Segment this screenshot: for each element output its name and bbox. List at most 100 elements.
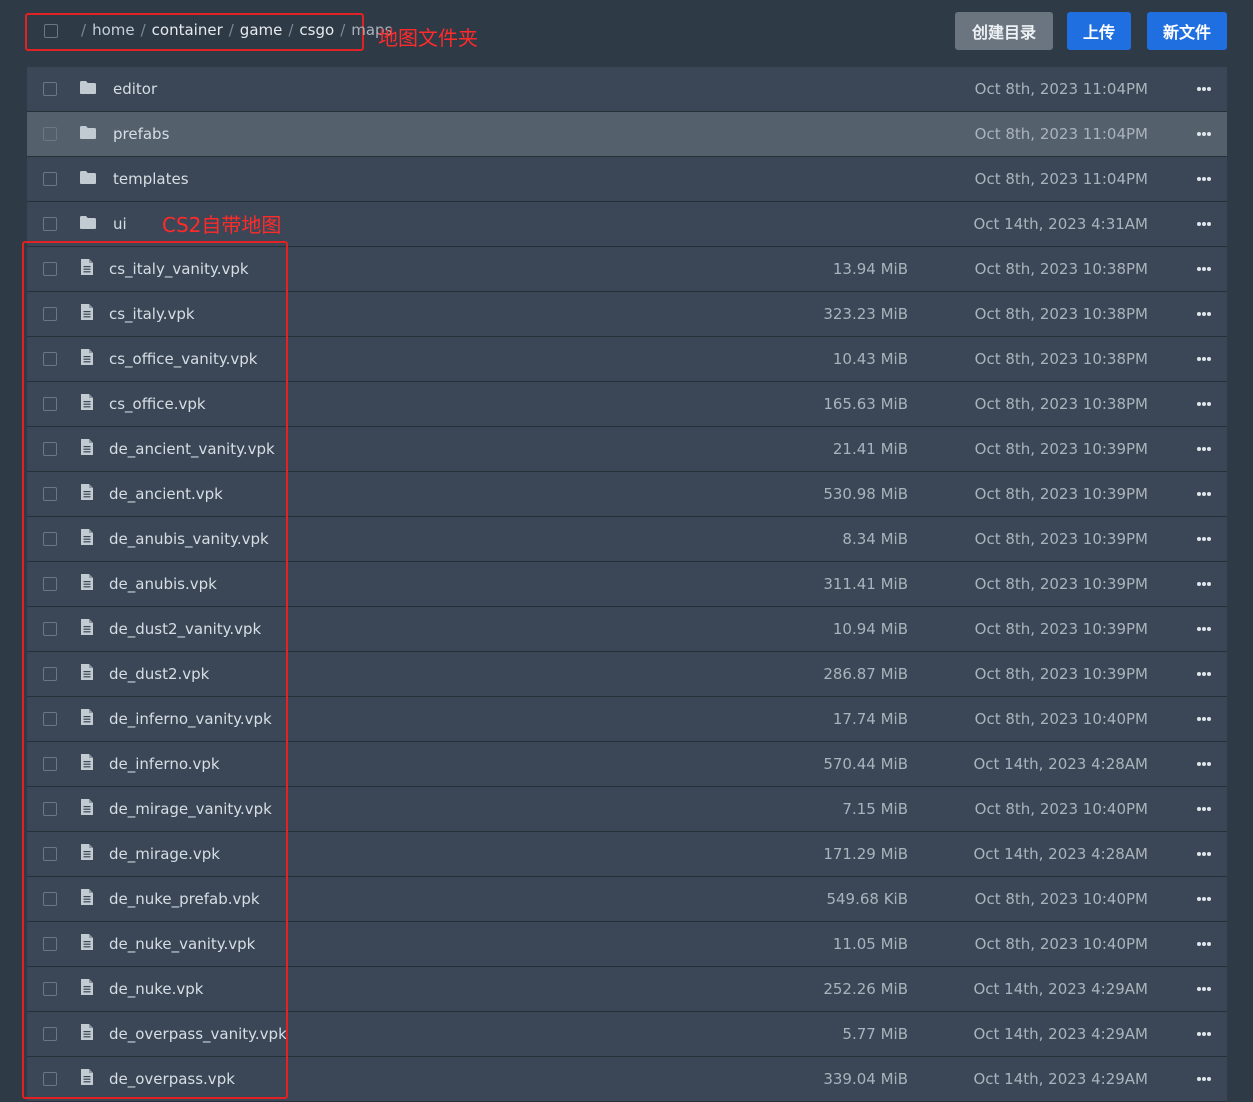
more-actions-icon[interactable] (1197, 852, 1211, 856)
row-checkbox[interactable] (43, 1072, 57, 1086)
item-name[interactable]: de_overpass.vpk (109, 1070, 235, 1088)
item-name[interactable]: ui (113, 215, 127, 233)
create-directory-button[interactable]: 创建目录 (955, 12, 1053, 50)
more-actions-icon[interactable] (1197, 672, 1211, 676)
item-name[interactable]: de_ancient.vpk (109, 485, 223, 503)
row-checkbox[interactable] (43, 847, 57, 861)
item-name[interactable]: de_dust2_vanity.vpk (109, 620, 261, 638)
more-actions-icon[interactable] (1197, 582, 1211, 586)
more-actions-icon[interactable] (1197, 897, 1211, 901)
file-row[interactable]: de_inferno_vanity.vpk 17.74 MiB Oct 8th, 2… (27, 697, 1227, 742)
file-icon (80, 1068, 94, 1090)
row-checkbox[interactable] (43, 982, 57, 996)
row-checkbox[interactable] (43, 577, 57, 591)
item-name[interactable]: editor (113, 80, 157, 98)
row-checkbox[interactable] (43, 352, 57, 366)
more-actions-icon[interactable] (1197, 1077, 1211, 1081)
more-actions-icon[interactable] (1197, 1032, 1211, 1036)
file-row[interactable]: de_inferno.vpk 570.44 MiB Oct 14th, 2023 4… (27, 742, 1227, 787)
row-checkbox[interactable] (43, 1027, 57, 1041)
row-checkbox[interactable] (43, 667, 57, 681)
file-row[interactable]: de_overpass.vpk 339.04 MiB Oct 14th, 2023 … (27, 1057, 1227, 1102)
more-actions-icon[interactable] (1197, 762, 1211, 766)
file-row[interactable]: cs_italy.vpk 323.23 MiB Oct 8th, 2023 10:3… (27, 292, 1227, 337)
breadcrumb-csgo[interactable]: csgo (299, 21, 334, 39)
row-checkbox[interactable] (43, 622, 57, 636)
more-actions-icon[interactable] (1197, 267, 1211, 271)
file-row[interactable]: cs_office_vanity.vpk 10.43 MiB Oct 8th, 20… (27, 337, 1227, 382)
more-actions-icon[interactable] (1197, 987, 1211, 991)
more-actions-icon[interactable] (1197, 807, 1211, 811)
more-actions-icon[interactable] (1197, 87, 1211, 91)
item-name[interactable]: cs_italy.vpk (109, 305, 195, 323)
row-checkbox[interactable] (43, 217, 57, 231)
row-checkbox[interactable] (43, 262, 57, 276)
item-name[interactable]: cs_office.vpk (109, 395, 206, 413)
row-checkbox[interactable] (43, 532, 57, 546)
row-checkbox[interactable] (43, 937, 57, 951)
more-actions-icon[interactable] (1197, 492, 1211, 496)
folder-row[interactable]: templates Oct 8th, 2023 11:04PM (27, 157, 1227, 202)
file-row[interactable]: de_overpass_vanity.vpk 5.77 MiB Oct 14th, … (27, 1012, 1227, 1057)
more-actions-icon[interactable] (1197, 627, 1211, 631)
item-name[interactable]: de_inferno.vpk (109, 755, 220, 773)
item-name[interactable]: cs_italy_vanity.vpk (109, 260, 249, 278)
more-actions-icon[interactable] (1197, 177, 1211, 181)
more-actions-icon[interactable] (1197, 717, 1211, 721)
item-name[interactable]: de_anubis_vanity.vpk (109, 530, 269, 548)
file-row[interactable]: cs_italy_vanity.vpk 13.94 MiB Oct 8th, 202… (27, 247, 1227, 292)
item-name[interactable]: de_nuke_prefab.vpk (109, 890, 260, 908)
item-name[interactable]: de_mirage.vpk (109, 845, 220, 863)
item-name[interactable]: templates (113, 170, 189, 188)
more-actions-icon[interactable] (1197, 942, 1211, 946)
breadcrumb-container[interactable]: container (152, 21, 223, 39)
file-row[interactable]: de_mirage_vanity.vpk 7.15 MiB Oct 8th, 202… (27, 787, 1227, 832)
file-row[interactable]: de_dust2.vpk 286.87 MiB Oct 8th, 2023 10:3… (27, 652, 1227, 697)
row-checkbox[interactable] (43, 307, 57, 321)
file-row[interactable]: de_ancient.vpk 530.98 MiB Oct 8th, 2023 10… (27, 472, 1227, 517)
more-actions-icon[interactable] (1197, 537, 1211, 541)
row-checkbox[interactable] (43, 712, 57, 726)
file-row[interactable]: de_nuke_vanity.vpk 11.05 MiB Oct 8th, 2023… (27, 922, 1227, 967)
more-actions-icon[interactable] (1197, 402, 1211, 406)
more-actions-icon[interactable] (1197, 222, 1211, 226)
file-row[interactable]: de_mirage.vpk 171.29 MiB Oct 14th, 2023 4:… (27, 832, 1227, 877)
file-row[interactable]: de_dust2_vanity.vpk 10.94 MiB Oct 8th, 202… (27, 607, 1227, 652)
item-name[interactable]: de_mirage_vanity.vpk (109, 800, 272, 818)
row-checkbox[interactable] (43, 892, 57, 906)
item-name[interactable]: prefabs (113, 125, 169, 143)
item-name[interactable]: de_ancient_vanity.vpk (109, 440, 275, 458)
folder-row[interactable]: editor Oct 8th, 2023 11:04PM (27, 67, 1227, 112)
more-actions-icon[interactable] (1197, 132, 1211, 136)
item-name[interactable]: de_nuke_vanity.vpk (109, 935, 255, 953)
more-actions-icon[interactable] (1197, 357, 1211, 361)
item-name[interactable]: de_anubis.vpk (109, 575, 217, 593)
row-checkbox[interactable] (43, 802, 57, 816)
new-file-button[interactable]: 新文件 (1147, 12, 1227, 50)
row-checkbox[interactable] (43, 82, 57, 96)
item-name[interactable]: de_dust2.vpk (109, 665, 209, 683)
file-row[interactable]: de_anubis.vpk 311.41 MiB Oct 8th, 2023 10:… (27, 562, 1227, 607)
file-row[interactable]: de_ancient_vanity.vpk 21.41 MiB Oct 8th, 2… (27, 427, 1227, 472)
breadcrumb-home[interactable]: home (92, 21, 135, 39)
row-checkbox[interactable] (43, 397, 57, 411)
row-checkbox[interactable] (43, 172, 57, 186)
breadcrumb-game[interactable]: game (240, 21, 283, 39)
file-row[interactable]: de_nuke_prefab.vpk 549.68 KiB Oct 8th, 202… (27, 877, 1227, 922)
item-name[interactable]: de_nuke.vpk (109, 980, 204, 998)
file-row[interactable]: de_nuke.vpk 252.26 MiB Oct 14th, 2023 4:29… (27, 967, 1227, 1012)
more-actions-icon[interactable] (1197, 312, 1211, 316)
file-row[interactable]: de_anubis_vanity.vpk 8.34 MiB Oct 8th, 202… (27, 517, 1227, 562)
folder-row[interactable]: prefabs Oct 8th, 2023 11:04PM (27, 112, 1227, 157)
upload-button[interactable]: 上传 (1067, 12, 1131, 50)
row-checkbox[interactable] (43, 127, 57, 141)
row-checkbox[interactable] (43, 442, 57, 456)
more-actions-icon[interactable] (1197, 447, 1211, 451)
row-checkbox[interactable] (43, 487, 57, 501)
item-name[interactable]: cs_office_vanity.vpk (109, 350, 257, 368)
row-checkbox[interactable] (43, 757, 57, 771)
item-name[interactable]: de_overpass_vanity.vpk (109, 1025, 287, 1043)
file-row[interactable]: cs_office.vpk 165.63 MiB Oct 8th, 2023 10:… (27, 382, 1227, 427)
item-name[interactable]: de_inferno_vanity.vpk (109, 710, 272, 728)
select-all-checkbox[interactable] (44, 24, 58, 38)
